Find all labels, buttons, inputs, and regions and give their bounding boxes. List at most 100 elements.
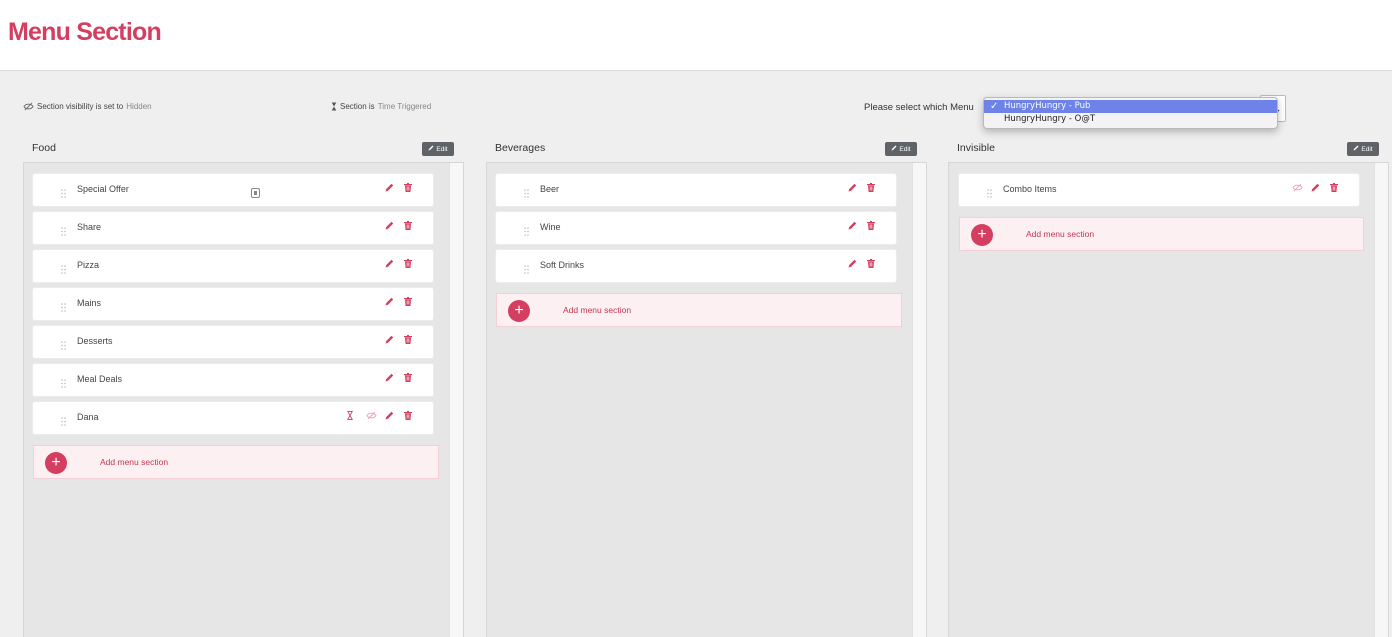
delete-trash-icon[interactable] xyxy=(404,259,413,269)
delete-trash-icon[interactable] xyxy=(404,373,413,383)
drag-handle-icon[interactable] xyxy=(61,375,66,393)
hourglass-icon xyxy=(331,102,337,111)
list-item[interactable]: Mains xyxy=(33,288,433,320)
delete-trash-icon[interactable] xyxy=(867,259,876,269)
item-label: Wine xyxy=(540,222,561,232)
add-menu-section-button[interactable]: + Add menu section xyxy=(959,217,1364,251)
edit-pencil-icon[interactable] xyxy=(385,259,394,269)
list-item[interactable]: Desserts xyxy=(33,326,433,358)
item-label: Meal Deals xyxy=(77,374,123,384)
edit-pencil-icon[interactable] xyxy=(848,221,857,231)
item-label: Share xyxy=(77,222,102,232)
delete-trash-icon[interactable] xyxy=(404,411,413,421)
column-title-food: Food xyxy=(32,142,56,154)
pencil-icon xyxy=(428,145,434,153)
item-label: Special Offer xyxy=(77,184,129,194)
list-item[interactable]: Wine xyxy=(496,212,896,244)
edit-beverages-button[interactable]: Edit xyxy=(885,142,917,156)
item-label: Beer xyxy=(540,184,560,194)
list-item[interactable]: Special Offer xyxy=(33,174,433,206)
edit-pencil-icon[interactable] xyxy=(385,335,394,345)
delete-trash-icon[interactable] xyxy=(404,221,413,231)
drag-handle-icon[interactable] xyxy=(524,261,529,279)
drag-handle-icon[interactable] xyxy=(61,299,66,317)
list-item[interactable]: Beer xyxy=(496,174,896,206)
time-legend: Section is Time Triggered xyxy=(331,102,431,111)
page-title: Menu Section xyxy=(8,18,162,46)
edit-label: Edit xyxy=(1361,145,1373,153)
delete-trash-icon[interactable] xyxy=(867,221,876,231)
list-item[interactable]: Pizza xyxy=(33,250,433,282)
visibility-legend: Section visibility is set to Hidden xyxy=(23,102,152,111)
drag-handle-icon[interactable] xyxy=(61,223,66,241)
item-label: Desserts xyxy=(77,336,113,346)
item-label: Dana xyxy=(77,412,99,422)
add-menu-section-label: Add menu section xyxy=(563,305,632,315)
edit-pencil-icon[interactable] xyxy=(385,411,394,421)
add-menu-section-label: Add menu section xyxy=(100,457,169,467)
offer-icon xyxy=(251,185,260,203)
menu-option-label: HungryHungry - Pub xyxy=(1004,101,1091,111)
item-label: Mains xyxy=(77,298,102,308)
time-legend-value: Time Triggered xyxy=(377,102,432,111)
eye-slash-icon xyxy=(366,411,377,421)
delete-trash-icon[interactable] xyxy=(404,297,413,307)
delete-trash-icon[interactable] xyxy=(1330,183,1339,193)
drag-handle-icon[interactable] xyxy=(61,413,66,431)
menu-select-label: Please select which Menu xyxy=(864,102,974,113)
edit-label: Edit xyxy=(436,145,448,153)
delete-trash-icon[interactable] xyxy=(404,335,413,345)
eye-slash-icon xyxy=(1292,183,1303,193)
plus-icon[interactable]: + xyxy=(45,452,67,474)
plus-icon[interactable]: + xyxy=(971,224,993,246)
add-menu-section-button[interactable]: + Add menu section xyxy=(496,293,902,327)
add-menu-section-label: Add menu section xyxy=(1026,229,1095,239)
scrollbar[interactable] xyxy=(449,163,463,637)
list-item[interactable]: Meal Deals xyxy=(33,364,433,396)
page-header: Menu Section xyxy=(0,0,1392,71)
visibility-legend-value: Hidden xyxy=(126,102,152,111)
column-title-invisible: Invisible xyxy=(957,142,995,154)
list-item[interactable]: Combo Items xyxy=(959,174,1359,206)
drag-handle-icon[interactable] xyxy=(61,261,66,279)
menu-option-oat[interactable]: HungryHungry - O@T xyxy=(984,113,1277,126)
edit-label: Edit xyxy=(899,145,911,153)
edit-food-button[interactable]: Edit xyxy=(422,142,454,156)
edit-pencil-icon[interactable] xyxy=(385,373,394,383)
list-item[interactable]: Soft Drinks xyxy=(496,250,896,282)
delete-trash-icon[interactable] xyxy=(404,183,413,193)
visibility-legend-text: Section visibility is set to xyxy=(37,102,124,111)
edit-pencil-icon[interactable] xyxy=(385,221,394,231)
time-legend-text: Section is xyxy=(340,102,375,111)
drag-handle-icon[interactable] xyxy=(61,337,66,355)
edit-pencil-icon[interactable] xyxy=(385,297,394,307)
menu-option-label: HungryHungry - O@T xyxy=(1004,114,1096,124)
menu-option-pub[interactable]: ✓ HungryHungry - Pub xyxy=(984,100,1277,113)
delete-trash-icon[interactable] xyxy=(867,183,876,193)
edit-pencil-icon[interactable] xyxy=(848,259,857,269)
pencil-icon xyxy=(891,145,897,153)
hourglass-icon xyxy=(347,411,356,421)
menu-select-dropdown[interactable]: ✓ HungryHungry - Pub HungryHungry - O@T xyxy=(983,97,1278,129)
plus-icon[interactable]: + xyxy=(508,300,530,322)
scrollbar[interactable] xyxy=(912,163,926,637)
edit-invisible-button[interactable]: Edit xyxy=(1347,142,1379,156)
item-label: Combo Items xyxy=(1003,184,1057,194)
eye-slash-icon xyxy=(23,102,34,111)
item-label: Soft Drinks xyxy=(540,260,585,270)
add-menu-section-button[interactable]: + Add menu section xyxy=(33,445,439,479)
drag-handle-icon[interactable] xyxy=(524,185,529,203)
scrollbar[interactable] xyxy=(1374,163,1388,637)
list-item[interactable]: Share xyxy=(33,212,433,244)
column-title-beverages: Beverages xyxy=(495,142,546,154)
drag-handle-icon[interactable] xyxy=(61,185,66,203)
item-label: Pizza xyxy=(77,260,100,270)
drag-handle-icon[interactable] xyxy=(987,185,992,203)
check-icon: ✓ xyxy=(990,101,999,112)
pencil-icon xyxy=(1353,145,1359,153)
edit-pencil-icon[interactable] xyxy=(385,183,394,193)
drag-handle-icon[interactable] xyxy=(524,223,529,241)
edit-pencil-icon[interactable] xyxy=(848,183,857,193)
edit-pencil-icon[interactable] xyxy=(1311,183,1320,193)
list-item[interactable]: Dana xyxy=(33,402,433,434)
